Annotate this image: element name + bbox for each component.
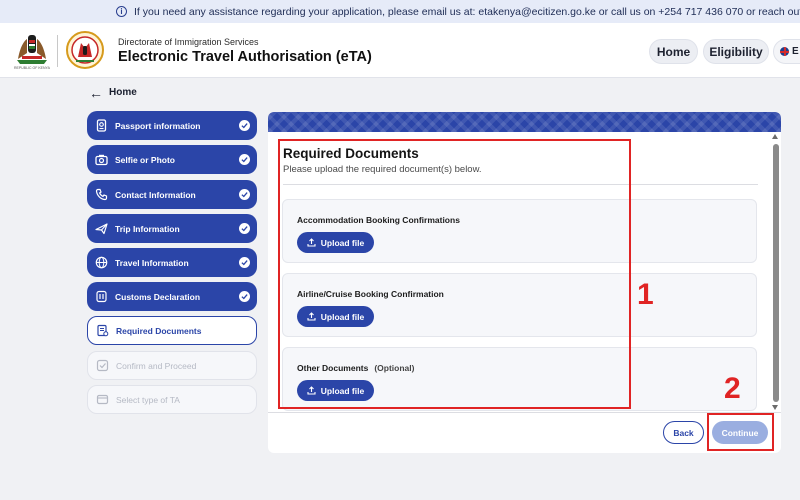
step-travel-information[interactable]: Travel Information xyxy=(87,248,257,277)
check-icon xyxy=(239,154,250,165)
step-confirm-and-proceed: Confirm and Proceed xyxy=(87,351,257,380)
uk-flag-icon xyxy=(780,47,789,56)
assistance-text: If you need any assistance regarding you… xyxy=(134,5,800,18)
check-icon xyxy=(239,223,250,234)
phone-icon xyxy=(95,188,108,201)
step-label: Contact Information xyxy=(115,189,196,200)
highlight-box-documents xyxy=(278,139,631,409)
highlight-box-continue xyxy=(707,413,774,451)
step-label: Customs Declaration xyxy=(115,291,201,302)
language-code: E xyxy=(792,46,799,57)
nav-eligibility-button[interactable]: Eligibility xyxy=(703,39,769,64)
kenya-coat-of-arms-icon xyxy=(17,35,47,64)
check-icon xyxy=(239,189,250,200)
back-home-label: Home xyxy=(109,87,137,98)
department-name: Directorate of Immigration Services xyxy=(118,37,259,47)
coat-caption: REPUBLIC OF KENYA xyxy=(14,66,50,70)
step-label: Select type of TA xyxy=(116,394,180,405)
info-icon: i xyxy=(116,6,127,17)
camera-icon xyxy=(95,153,108,166)
step-trip-information[interactable]: Trip Information xyxy=(87,214,257,243)
step-required-documents[interactable]: Required Documents xyxy=(87,316,257,345)
card-icon xyxy=(96,393,109,406)
scroll-up-arrow-icon[interactable] xyxy=(772,134,778,139)
step-select-type-of-ta: Select type of TA xyxy=(87,385,257,414)
scroll-down-arrow-icon[interactable] xyxy=(772,405,778,410)
check-icon xyxy=(239,291,250,302)
annotation-number-1: 1 xyxy=(637,278,654,311)
passport-icon xyxy=(95,119,108,132)
plane-icon xyxy=(95,222,108,235)
globe-icon xyxy=(95,256,108,269)
nav-home-button[interactable]: Home xyxy=(649,39,698,64)
scrollbar-thumb[interactable] xyxy=(772,144,779,402)
step-label: Selfie or Photo xyxy=(115,154,175,165)
footer-divider xyxy=(268,412,781,413)
back-home-link[interactable]: ← Home xyxy=(89,84,137,101)
checkbox-icon xyxy=(96,359,109,372)
site-header: REPUBLIC OF KENYA Directorate of Immigra… xyxy=(0,23,800,78)
immigration-emblem-icon xyxy=(66,31,104,69)
language-selector[interactable]: E xyxy=(773,39,800,64)
annotation-number-2: 2 xyxy=(724,372,741,405)
step-customs-declaration[interactable]: Customs Declaration xyxy=(87,282,257,311)
assistance-banner: i If you need any assistance regarding y… xyxy=(0,0,800,23)
step-label: Required Documents xyxy=(116,325,202,336)
panel-header-band xyxy=(268,112,781,132)
documents-icon xyxy=(96,324,109,337)
back-button[interactable]: Back xyxy=(663,421,704,444)
step-label: Trip Information xyxy=(115,223,180,234)
step-selfie-or-photo[interactable]: Selfie or Photo xyxy=(87,145,257,174)
logo-divider xyxy=(57,35,58,67)
customs-icon xyxy=(95,290,108,303)
app-title: Electronic Travel Authorisation (eTA) xyxy=(118,49,372,65)
step-label: Travel Information xyxy=(115,257,189,268)
check-icon xyxy=(239,257,250,268)
arrow-left-icon: ← xyxy=(89,84,103,101)
step-label: Passport information xyxy=(115,120,201,131)
panel-scrollbar[interactable] xyxy=(771,134,780,412)
step-label: Confirm and Proceed xyxy=(116,360,197,371)
step-contact-information[interactable]: Contact Information xyxy=(87,180,257,209)
check-icon xyxy=(239,120,250,131)
step-passport-information[interactable]: Passport information xyxy=(87,111,257,140)
